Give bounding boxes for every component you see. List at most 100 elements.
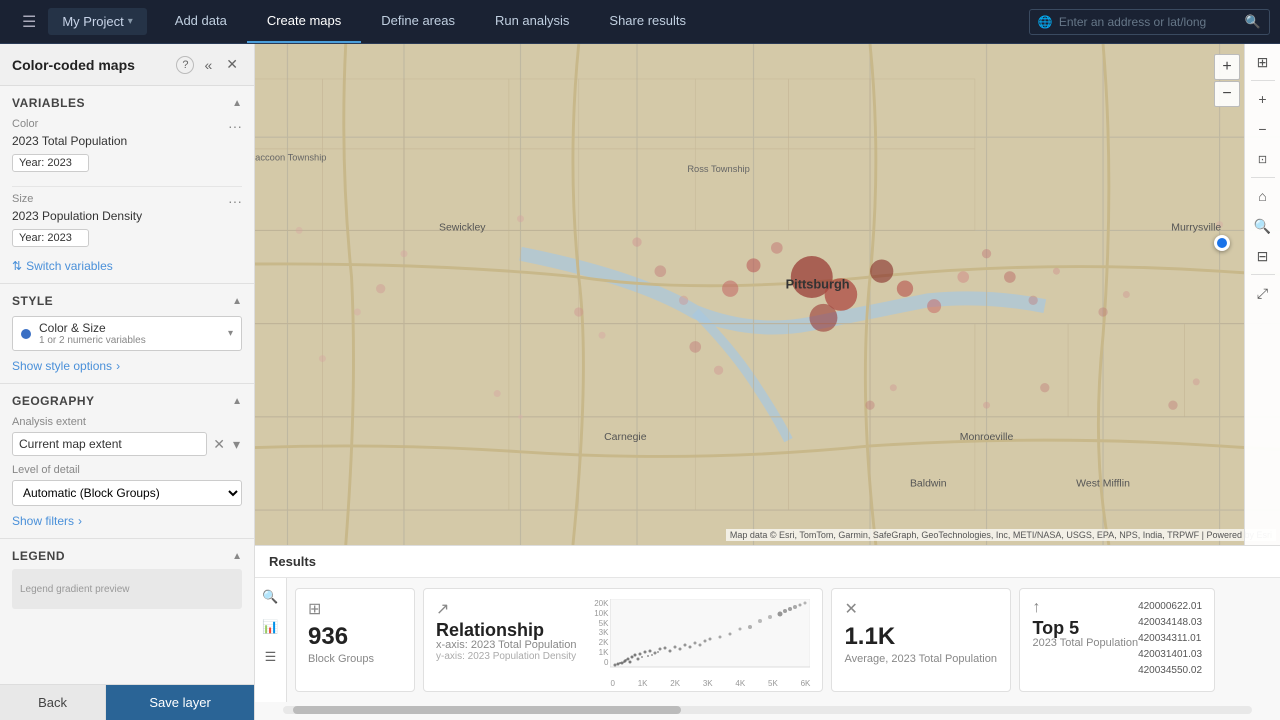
analysis-extent-value[interactable]: Current map extent [12, 432, 207, 456]
average-card: ✕ 1.1K Average, 2023 Total Population [831, 588, 1011, 692]
results-table-icon[interactable]: ☰ [258, 644, 284, 670]
close-panel-icon[interactable]: ✕ [222, 54, 242, 75]
svg-text:Carnegie: Carnegie [604, 432, 647, 443]
zoom-out-toolbar-icon[interactable]: − [1248, 115, 1278, 143]
menu-icon[interactable]: ☰ [10, 12, 48, 32]
top5-icon: ↑ [1032, 599, 1138, 617]
nav-define-areas[interactable]: Define areas [361, 0, 475, 43]
block-groups-card: ⊞ 936 Block Groups [295, 588, 415, 692]
scatter-plot-svg [610, 599, 810, 679]
svg-text:Monroeville: Monroeville [960, 432, 1014, 443]
color-var-row: Color 2023 Total Population Year: 2023 ·… [12, 118, 242, 180]
nav-create-maps[interactable]: Create maps [247, 0, 361, 43]
layers-icon[interactable]: ⊟ [1248, 242, 1278, 270]
svg-text:West Mifflin: West Mifflin [1076, 479, 1130, 490]
detail-level-select[interactable]: Automatic (Block Groups) [12, 480, 242, 506]
geography-section-title: Geography [12, 394, 95, 408]
detail-level-label: Level of detail [12, 464, 242, 476]
topbar: ☰ My Project ▾ Add data Create maps Defi… [0, 0, 1280, 44]
search-input[interactable] [1059, 15, 1239, 29]
left-panel: Color-coded maps ? « ✕ Variables ▲ Color… [0, 44, 255, 720]
search-bar[interactable]: 🌐 🔍 [1029, 9, 1270, 35]
back-button[interactable]: Back [0, 685, 106, 720]
right-toolbar: ⊞ + − ⊡ ⌂ 🔍 ⊟ ⤢ [1244, 44, 1280, 545]
home-icon[interactable]: ⌂ [1248, 182, 1278, 210]
size-year-select[interactable]: Year: 2023 [12, 229, 89, 247]
legend-title: Legend [12, 549, 65, 563]
arrow-right-icon: › [116, 359, 120, 373]
relationship-sublabel: y-axis: 2023 Population Density [436, 651, 576, 662]
relationship-value: Relationship [436, 621, 576, 639]
size-var-row: Size 2023 Population Density Year: 2023 … [12, 193, 242, 255]
results-chart-icon[interactable]: 📊 [258, 614, 284, 640]
results-search-icon[interactable]: 🔍 [258, 584, 284, 610]
style-select[interactable]: Color & Size 1 or 2 numeric variables ▾ [12, 316, 242, 351]
svg-text:Ross Township: Ross Township [687, 164, 749, 174]
toolbar-divider-1 [1251, 80, 1275, 81]
results-panel: Results 🔍 📊 ☰ ⊞ 936 Block Groups [255, 545, 1280, 720]
extent-chevron-icon[interactable]: ▾ [231, 434, 242, 455]
zoom-in-btn[interactable]: + [1214, 54, 1240, 80]
search-toolbar-icon[interactable]: 🔍 [1248, 212, 1278, 240]
color-year-row: Year: 2023 [12, 154, 228, 172]
map-area: Pittsburgh Carnegie Monroeville Sewickle… [255, 44, 1280, 720]
map-svg: Pittsburgh Carnegie Monroeville Sewickle… [255, 44, 1280, 545]
main-nav: Add data Create maps Define areas Run an… [155, 0, 1029, 43]
panel-title: Color-coded maps [12, 57, 170, 73]
search-icon[interactable]: 🔍 [1245, 14, 1261, 30]
variables-section: Variables ▲ Color 2023 Total Population … [0, 86, 254, 284]
variables-section-title: Variables [12, 96, 85, 110]
zoom-in-toolbar-icon[interactable]: + [1248, 85, 1278, 113]
nav-run-analysis[interactable]: Run analysis [475, 0, 589, 43]
switch-variables-btn[interactable]: ⇅ Switch variables [12, 259, 242, 273]
top5-item-1: 420000622.01 [1138, 599, 1202, 615]
zoom-out-btn[interactable]: − [1214, 81, 1240, 107]
top5-value: Top 5 [1032, 619, 1138, 637]
show-filters-btn[interactable]: Show filters › [12, 514, 242, 528]
average-label: Average, 2023 Total Population [844, 653, 998, 665]
main-layout: Color-coded maps ? « ✕ Variables ▲ Color… [0, 44, 1280, 720]
zoom-controls: + − [1214, 54, 1240, 107]
geography-section: Geography ▲ Analysis extent Current map … [0, 384, 254, 539]
results-scrollbar-thumb[interactable] [293, 706, 681, 714]
block-groups-value: 936 [308, 625, 402, 649]
average-icon: ✕ [844, 599, 998, 619]
size-variable-name: 2023 Population Density [12, 209, 228, 223]
geography-section-header[interactable]: Geography ▲ [12, 394, 242, 408]
analysis-extent-row: Current map extent ✕ ▾ [12, 432, 242, 456]
size-label: Size [12, 193, 228, 205]
project-name: My Project [62, 14, 123, 29]
project-selector[interactable]: My Project ▾ [48, 8, 146, 35]
style-option-label: Color & Size [39, 321, 220, 335]
style-chevron-icon: ▲ [232, 296, 242, 307]
clear-extent-icon[interactable]: ✕ [211, 434, 227, 455]
svg-text:Raccoon Township: Raccoon Township [255, 153, 326, 163]
reset-extent-icon[interactable]: ⊡ [1248, 145, 1278, 173]
svg-text:Sewickley: Sewickley [439, 222, 486, 233]
color-year-select[interactable]: Year: 2023 [12, 154, 89, 172]
map-container[interactable]: Pittsburgh Carnegie Monroeville Sewickle… [255, 44, 1280, 545]
collapse-panel-icon[interactable]: « [200, 55, 216, 75]
help-icon[interactable]: ? [176, 56, 194, 74]
expand-icon[interactable]: ⤢ [1248, 279, 1278, 307]
nav-add-data[interactable]: Add data [155, 0, 247, 43]
block-groups-icon: ⊞ [308, 599, 402, 619]
save-layer-button[interactable]: Save layer [106, 685, 254, 720]
nav-share-results[interactable]: Share results [589, 0, 706, 43]
color-var-menu-icon[interactable]: ··· [228, 118, 242, 134]
variables-section-header[interactable]: Variables ▲ [12, 96, 242, 110]
results-scrollbar[interactable] [283, 706, 1252, 714]
results-toolbar: 🔍 📊 ☰ [255, 578, 287, 702]
show-style-options-btn[interactable]: Show style options › [12, 359, 242, 373]
grid-icon[interactable]: ⊞ [1248, 48, 1278, 76]
style-section-title: Style [12, 294, 53, 308]
size-var-menu-icon[interactable]: ··· [228, 193, 242, 209]
top5-item-3: 420034311.01 [1138, 631, 1202, 647]
toolbar-divider-3 [1251, 274, 1275, 275]
style-section-header[interactable]: Style ▲ [12, 294, 242, 308]
results-cards: ⊞ 936 Block Groups ↗ Relationship x-axis… [287, 578, 1280, 702]
top5-card: ↑ Top 5 2023 Total Population 420000622.… [1019, 588, 1215, 692]
style-option-sub: 1 or 2 numeric variables [39, 335, 220, 346]
relationship-card: ↗ Relationship x-axis: 2023 Total Popula… [423, 588, 823, 692]
scatter-y-axis: 20K 10K 5K 3K 2K 1K 0 [584, 599, 608, 679]
